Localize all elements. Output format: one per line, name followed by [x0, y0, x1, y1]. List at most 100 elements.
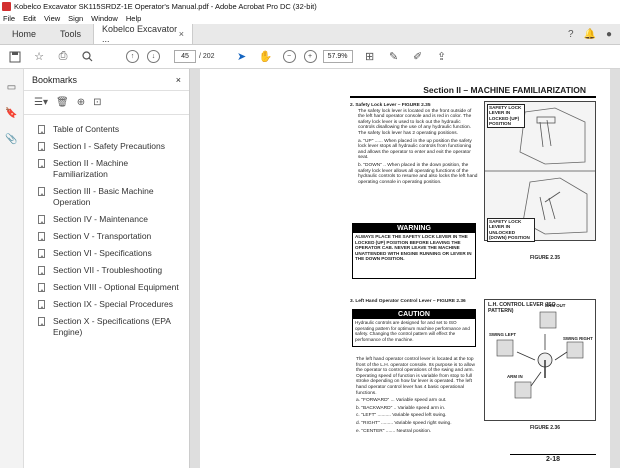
bookmark-section-8[interactable]: Section VIII - Optional Equipment [24, 279, 189, 296]
bookmark-icon [38, 266, 45, 275]
bookmark-section-9[interactable]: Section IX - Special Procedures [24, 296, 189, 313]
figure-2-36-arm-out: ARM OUT [545, 303, 566, 308]
bookmark-section-7[interactable]: Section VII - Troubleshooting [24, 262, 189, 279]
warning-title: WARNING [353, 224, 475, 233]
tab-home[interactable]: Home [0, 24, 48, 44]
menu-view[interactable]: View [44, 14, 60, 23]
bookmark-options-icon[interactable]: ☰▾ [34, 97, 48, 108]
hand-tool-icon[interactable]: ✋ [257, 48, 275, 66]
page-thumbnails-icon[interactable]: ▭ [4, 79, 20, 95]
bookmark-icon [38, 125, 45, 134]
save-icon[interactable] [6, 48, 24, 66]
menu-bar: File Edit View Sign Window Help [0, 12, 620, 24]
bookmark-section-10[interactable]: Section X - Specifications (EPA Engine) [24, 313, 189, 341]
bookmark-icon [38, 215, 45, 224]
figure-2-36-swing-right: SWING RIGHT [563, 336, 593, 341]
select-cursor-icon[interactable]: ➤ [233, 48, 251, 66]
bookmarks-title: Bookmarks [32, 74, 78, 85]
figure-2-36-caption: FIGURE 2.36 [530, 425, 561, 431]
figure-2-36-swing-left: SWING LEFT [489, 332, 517, 337]
menu-sign[interactable]: Sign [68, 14, 83, 23]
tab-document-label: Kobelco Excavator ... [102, 24, 178, 44]
bookmark-section-2[interactable]: Section II - Machine Familiarization [24, 155, 189, 183]
bookmark-section-4[interactable]: Section IV - Maintenance [24, 211, 189, 228]
zoom-out-icon[interactable]: − [282, 50, 296, 63]
delete-bookmark-icon[interactable]: 🗑 [56, 97, 69, 108]
bookmark-star-icon[interactable]: ☆ [30, 48, 48, 66]
bookmark-icon [38, 142, 45, 151]
bookmark-icon [38, 249, 45, 258]
section-2-item-a: a. "UP" ...... When placed in the up pos… [358, 138, 472, 161]
zoom-level-select[interactable]: 57.9% [322, 50, 353, 63]
section-3-item-b: b. "BACKWARD" .. Variable speed arm in. [356, 405, 446, 411]
title-bar: Kobelco Excavator SK115SRDZ-1E Operator'… [0, 0, 620, 12]
section-3-item-a: a. "FORWARD" ... Variable speed arm out. [356, 398, 447, 404]
new-bookmark-icon[interactable]: ⊕ [77, 97, 85, 108]
bookmark-section-5[interactable]: Section V - Transportation [24, 228, 189, 245]
left-navigation-pane: ▭ 🔖 📎 [0, 69, 24, 468]
figure-2-35: SAFETY LOCK LEVER IN LOCKED (UP) POSITIO… [484, 101, 596, 242]
help-icon[interactable]: ? [568, 29, 574, 40]
warning-text: ALWAYS PLACE THE SAFETY LOCK LEVER IN TH… [355, 234, 472, 261]
figure-2-36-drawing [496, 311, 584, 399]
window-title: Kobelco Excavator SK115SRDZ-1E Operator'… [14, 1, 317, 11]
page-number-footer: 2-18 [510, 454, 596, 463]
account-icon[interactable]: ● [606, 29, 612, 40]
share-icon[interactable]: ⇪ [433, 48, 451, 66]
bookmarks-close-icon[interactable]: × [176, 75, 181, 85]
bookmark-table-of-contents[interactable]: Table of Contents [24, 121, 189, 138]
notifications-icon[interactable]: 🔔 [584, 29, 596, 40]
pdf-page: Section II – MACHINE FAMILIARIZATION 2. … [200, 69, 610, 468]
section-2-item-b: b. "DOWN" .. When placed in the down pos… [358, 162, 478, 185]
attachments-icon[interactable]: 📎 [4, 131, 20, 147]
section-3-item-d: d. "RIGHT" ......... Variable speed righ… [356, 420, 452, 426]
menu-help[interactable]: Help [126, 14, 141, 23]
section-3-item-e: e. "CENTER" ....... Neutral position. [356, 428, 432, 434]
next-page-icon[interactable]: ↓ [147, 50, 160, 63]
bookmarks-panel: Bookmarks × ☰▾ 🗑 ⊕ ⊡ Table of Contents S… [24, 69, 190, 468]
tab-bar-right-icons: ? 🔔 ● [568, 24, 620, 44]
figure-2-35-label-locked: SAFETY LOCK LEVER IN LOCKED (UP) POSITIO… [487, 104, 525, 128]
menu-edit[interactable]: Edit [23, 14, 36, 23]
tab-tools[interactable]: Tools [48, 24, 93, 44]
menu-window[interactable]: Window [91, 14, 118, 23]
bookmark-icon [38, 159, 45, 168]
fit-page-icon[interactable]: ⊞ [361, 48, 379, 66]
section-3-title: 3. Left Hand Operator Control Lever – FI… [350, 299, 466, 304]
figure-2-35-label-unlocked: SAFETY LOCK LEVER IN UNLOCKED (DOWN) POS… [487, 218, 535, 242]
highlight-icon[interactable]: ✐ [409, 48, 427, 66]
expand-bookmark-icon[interactable]: ⊡ [93, 97, 101, 108]
menu-file[interactable]: File [3, 14, 15, 23]
bookmarks-header: Bookmarks × [24, 69, 189, 91]
tab-bar: Home Tools Kobelco Excavator ... × ? 🔔 ● [0, 24, 620, 45]
page-total: / 202 [199, 53, 215, 60]
bookmark-section-3[interactable]: Section III - Basic Machine Operation [24, 183, 189, 211]
tab-document[interactable]: Kobelco Excavator ... × [93, 24, 194, 44]
bookmarks-toolbar: ☰▾ 🗑 ⊕ ⊡ [24, 91, 189, 115]
print-icon[interactable]: ⎙ [54, 48, 72, 66]
caution-text: Hydraulic controls are designed for and … [355, 320, 470, 342]
comment-icon[interactable]: ✎ [385, 48, 403, 66]
bookmark-icon [38, 300, 45, 309]
acrobat-app-icon [2, 1, 11, 11]
section-3-title-block: 3. Left Hand Operator Control Lever – FI… [350, 299, 480, 305]
section-3-item-c: c. "LEFT" .......... Variable speed left… [356, 413, 447, 419]
document-viewer[interactable]: Section II – MACHINE FAMILIARIZATION 2. … [190, 69, 620, 468]
previous-page-icon[interactable]: ↑ [126, 50, 139, 63]
bookmarks-panel-icon[interactable]: 🔖 [4, 105, 20, 121]
bookmark-icon [38, 283, 45, 292]
figure-2-35-caption: FIGURE 2.35 [530, 255, 561, 261]
page-header: Section II – MACHINE FAMILIARIZATION [350, 85, 596, 98]
bookmark-section-1[interactable]: Section I - Safety Precautions [24, 138, 189, 155]
toolbar: ☆ ⎙ ↑ ↓ 45 / 202 ➤ ✋ − + 57.9% ⊞ ✎ ✐ ⇪ [0, 45, 620, 69]
section-2-text: 2. Safety Lock Lever – FIGURE 2.35 The s… [350, 103, 478, 185]
caution-box: CAUTION Hydraulic controls are designed … [352, 309, 476, 347]
search-icon[interactable] [78, 48, 96, 66]
bookmark-icon [38, 317, 45, 326]
figure-2-36: L.H. CONTROL LEVER (ISO PATTERN) ARM OUT… [484, 299, 596, 421]
zoom-in-icon[interactable]: + [303, 50, 317, 63]
section-3-body: The left hand operator control lever is … [356, 357, 475, 396]
tab-close-icon[interactable]: × [179, 29, 184, 39]
page-number-input[interactable]: 45 [174, 50, 196, 63]
bookmark-section-6[interactable]: Section VI - Specifications [24, 245, 189, 262]
